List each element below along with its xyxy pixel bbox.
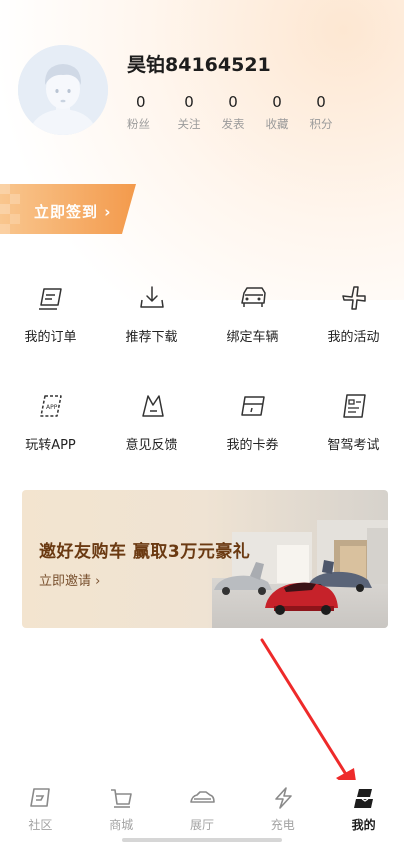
tab-label: 我的 (351, 818, 376, 832)
stat-label: 粉丝 (127, 117, 150, 131)
stat-value: 0 (272, 93, 282, 111)
checkin-label: 立即签到 › (34, 203, 112, 221)
stat-value: 0 (136, 93, 146, 111)
menu-row: 我的订单 推荐下载 绑定车辆 我的活动 (0, 275, 404, 383)
download-icon (139, 286, 164, 308)
bottom-tab-bar: 社区 商城 展厅 充电 我的 (0, 780, 404, 840)
tab-showroom[interactable]: 展厅 (162, 780, 243, 840)
home-indicator (122, 838, 282, 842)
charge-icon (274, 787, 292, 809)
stat-value: 0 (316, 93, 326, 111)
profile-stats: 0 粉丝 0 关注 0 发表 0 收藏 0 积分 (127, 92, 343, 132)
menu-item-app-guide[interactable]: APP 玩转APP (0, 383, 101, 491)
stat-label: 收藏 (265, 117, 289, 131)
stat-label: 积分 (309, 117, 333, 131)
stat-favorites[interactable]: 0 收藏 (255, 92, 299, 132)
car-icon (240, 287, 266, 307)
invite-promo-banner[interactable]: 邀好友购车 赢取3万元豪礼 立即邀请 › (22, 490, 388, 628)
menu-item-activities[interactable]: 我的活动 (303, 275, 404, 383)
menu-item-label: 我的活动 (327, 330, 380, 345)
cart-icon (111, 789, 132, 808)
community-icon (30, 788, 51, 807)
tab-label: 社区 (28, 818, 53, 832)
coupon-icon (240, 396, 265, 416)
app-guide-icon: APP (39, 395, 62, 417)
menu-item-exam[interactable]: 智驾考试 (303, 383, 404, 491)
profile-icon (353, 789, 373, 808)
svg-text:APP: APP (46, 404, 58, 411)
menu-grid: 我的订单 推荐下载 绑定车辆 我的活动 APP 玩转APP 意见反馈 我的卡券 … (0, 275, 404, 491)
menu-item-coupons[interactable]: 我的卡券 (202, 383, 303, 491)
menu-item-label: 玩转APP (25, 438, 76, 453)
menu-row: APP 玩转APP 意见反馈 我的卡券 智驾考试 (0, 383, 404, 491)
menu-item-label: 我的卡券 (226, 438, 279, 453)
stat-fans[interactable]: 0 粉丝 (127, 92, 167, 132)
stat-label: 关注 (177, 117, 201, 131)
tab-label: 商城 (109, 818, 134, 832)
tab-label: 展厅 (189, 818, 214, 832)
tab-mine[interactable]: 我的 (323, 780, 404, 840)
menu-item-label: 意见反馈 (125, 438, 178, 453)
menu-item-feedback[interactable]: 意见反馈 (101, 383, 202, 491)
username: 昊铂84164521 (127, 54, 271, 76)
activity-icon (341, 286, 366, 310)
menu-item-orders[interactable]: 我的订单 (0, 275, 101, 383)
menu-item-download[interactable]: 推荐下载 (101, 275, 202, 383)
menu-item-label: 绑定车辆 (226, 330, 279, 345)
menu-item-label: 智驾考试 (327, 438, 380, 453)
tab-charging[interactable]: 充电 (242, 780, 323, 840)
tab-community[interactable]: 社区 (0, 780, 81, 840)
menu-item-label: 我的订单 (24, 330, 77, 345)
stat-following[interactable]: 0 关注 (167, 92, 211, 132)
avatar-illustration (18, 45, 108, 135)
promo-cta[interactable]: 立即邀请 › (39, 570, 100, 589)
checkin-button[interactable]: 立即签到 › (0, 184, 136, 234)
avatar[interactable] (18, 45, 108, 135)
feedback-icon (141, 395, 164, 417)
order-icon (38, 288, 62, 310)
stat-value: 0 (228, 93, 238, 111)
tab-label: 充电 (270, 818, 295, 832)
menu-item-bind-vehicle[interactable]: 绑定车辆 (202, 275, 303, 383)
showroom-icon (190, 791, 215, 803)
stat-posts[interactable]: 0 发表 (211, 92, 255, 132)
promo-title: 邀好友购车 赢取3万元豪礼 (39, 542, 251, 562)
stat-label: 发表 (221, 117, 245, 131)
tab-mall[interactable]: 商城 (81, 780, 162, 840)
menu-item-label: 推荐下载 (125, 330, 178, 345)
stat-value: 0 (184, 93, 194, 111)
stat-points[interactable]: 0 积分 (299, 92, 343, 132)
exam-icon (342, 394, 366, 418)
